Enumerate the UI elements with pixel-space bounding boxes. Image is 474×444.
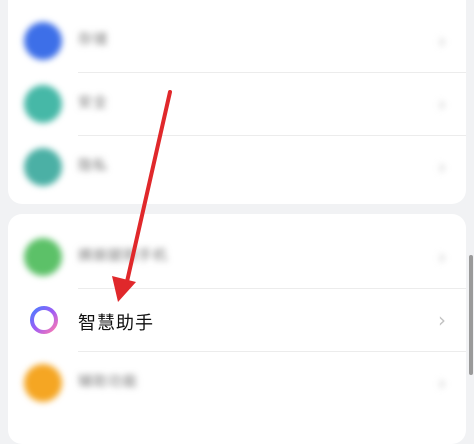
storage-icon xyxy=(24,22,62,60)
row-label: 安全 xyxy=(78,95,108,111)
settings-group-top: 存储 › 安全 › 隐私 › xyxy=(8,0,466,204)
settings-row-storage[interactable]: 存储 › xyxy=(8,10,466,72)
scrollbar[interactable] xyxy=(469,255,473,375)
row-label: 隐私 xyxy=(78,158,108,174)
chevron-right-icon: › xyxy=(438,29,446,53)
accessibility-icon xyxy=(24,364,62,402)
smart-assistant-label: 智慧助手 xyxy=(78,313,154,334)
chevron-right-icon: › xyxy=(438,308,446,332)
chevron-right-icon: › xyxy=(438,92,446,116)
settings-row-privacy[interactable]: 隐私 › xyxy=(8,136,466,198)
chevron-right-icon: › xyxy=(438,371,446,395)
row-label: 存储 xyxy=(78,32,108,48)
row-label: 姨娘腿刚手机 xyxy=(78,248,168,264)
row-label: 辅助功能 xyxy=(78,374,138,390)
settings-row-smart-assistant[interactable]: 智慧助手 › xyxy=(8,289,466,351)
phone-clone-icon xyxy=(24,238,62,276)
settings-row-security[interactable]: 安全 › xyxy=(8,73,466,135)
ring-icon xyxy=(30,306,58,334)
chevron-right-icon: › xyxy=(438,245,446,269)
settings-group-bottom: 姨娘腿刚手机 › 智慧助手 › 辅助功能 › xyxy=(8,214,466,444)
privacy-icon xyxy=(24,148,62,186)
settings-row-phone-clone[interactable]: 姨娘腿刚手机 › xyxy=(8,226,466,288)
security-icon xyxy=(24,85,62,123)
chevron-right-icon: › xyxy=(438,155,446,179)
settings-row-accessibility[interactable]: 辅助功能 › xyxy=(8,352,466,414)
